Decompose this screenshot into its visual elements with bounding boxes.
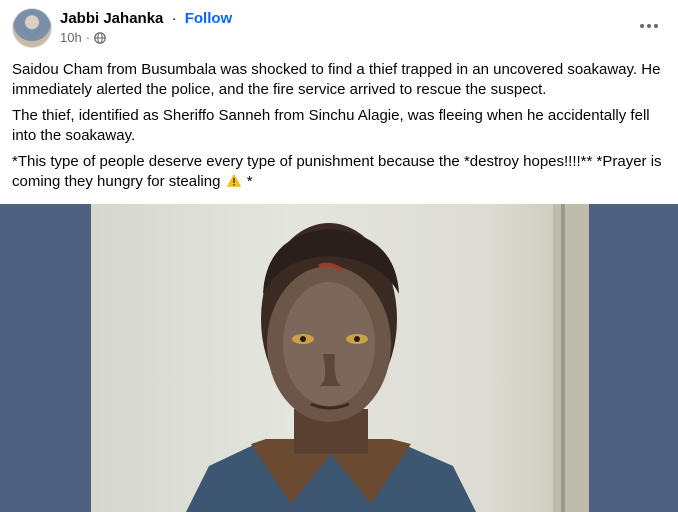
- post-text: Saidou Cham from Busumbala was shocked t…: [12, 60, 668, 198]
- post-media[interactable]: [0, 204, 678, 512]
- post-photo[interactable]: [91, 204, 589, 512]
- post-paragraph: Saidou Cham from Busumbala was shocked t…: [12, 61, 661, 98]
- post-meta: 10h ·: [60, 30, 106, 46]
- author-name[interactable]: Jabbi Jahanka: [60, 10, 163, 27]
- follow-button[interactable]: Follow: [185, 10, 233, 27]
- globe-icon[interactable]: [94, 32, 106, 44]
- more-options-icon[interactable]: [634, 14, 664, 38]
- name-separator: ·: [171, 10, 177, 27]
- author-line: Jabbi Jahanka · Follow: [60, 9, 232, 29]
- post-paragraph-last: *This type of people deserve every type …: [12, 152, 668, 192]
- post-paragraph: The thief, identified as Sheriffo Sanneh…: [12, 107, 650, 144]
- photo-illustration: [186, 204, 589, 512]
- post-paragraph-text: *This type of people deserve every type …: [12, 153, 662, 190]
- author-avatar[interactable]: [12, 8, 52, 48]
- post-timestamp[interactable]: 10h: [60, 30, 82, 46]
- warning-icon: [226, 174, 241, 187]
- meta-separator: ·: [85, 30, 91, 45]
- post-paragraph-tail: *: [242, 173, 253, 190]
- post-header: Jabbi Jahanka · Follow 10h ·: [0, 0, 678, 52]
